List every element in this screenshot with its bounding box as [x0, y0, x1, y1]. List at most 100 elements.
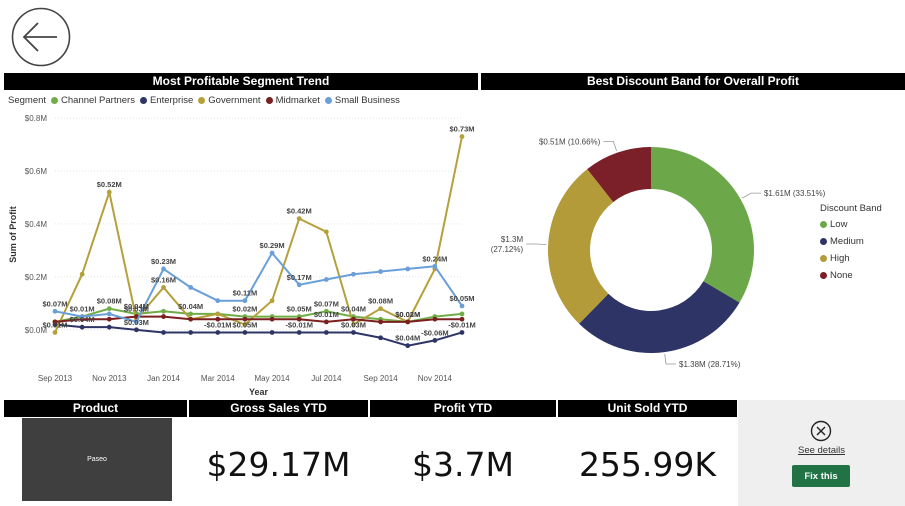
- discount-legend-item-high[interactable]: High: [820, 253, 882, 264]
- x-tick-label: Jan 2014: [147, 374, 180, 383]
- data-point-enterprise: [106, 324, 112, 330]
- donut-data-label: $0.51M (10.66%): [539, 137, 601, 146]
- data-point-enterprise: [405, 343, 411, 349]
- data-point-enterprise: [242, 330, 248, 335]
- data-point-small-business: [378, 269, 383, 274]
- data-label: $0.08M: [97, 297, 122, 306]
- legend-dot: [820, 238, 827, 245]
- legend-label: None: [830, 270, 853, 281]
- data-label: $0.01M: [314, 310, 339, 319]
- data-label: $0.03M: [341, 320, 366, 329]
- profit-ytd-value: $3.7M: [412, 445, 514, 484]
- units-sold-value: 255.99K: [578, 445, 717, 484]
- see-details-link[interactable]: See details: [738, 445, 905, 456]
- back-arrow-button[interactable]: [11, 7, 71, 67]
- data-label: -$0.01M: [448, 320, 476, 329]
- leader-line: [664, 354, 677, 365]
- data-point-enterprise: [161, 330, 166, 335]
- data-label: $0.01M: [42, 320, 67, 329]
- data-point-enterprise: [79, 324, 85, 330]
- data-point-enterprise: [269, 330, 275, 335]
- data-point-government: [269, 298, 275, 304]
- legend-label: Low: [830, 219, 848, 230]
- legend-dot: [198, 97, 206, 104]
- y-tick-label: $0.8M: [25, 114, 48, 123]
- data-point-government: [106, 189, 112, 195]
- donut-data-label: $1.38M (28.71%): [679, 360, 741, 369]
- donut-slice-low: [651, 147, 754, 303]
- data-label: $0.08M: [368, 297, 393, 306]
- data-point-government: [215, 311, 221, 317]
- legend-dot: [51, 97, 59, 104]
- data-label: $0.07M: [42, 299, 67, 308]
- legend-item-channel-partners[interactable]: Channel Partners: [51, 95, 135, 106]
- data-label: $0.23M: [151, 257, 176, 266]
- legend-dot: [324, 97, 332, 104]
- data-point-enterprise: [459, 330, 465, 335]
- data-point-enterprise: [323, 330, 329, 335]
- data-label: $0.04M: [341, 305, 366, 314]
- data-point-midmarket: [323, 319, 329, 325]
- data-point-enterprise: [351, 330, 356, 335]
- data-point-midmarket: [432, 316, 438, 322]
- gross-sales-value: $29.17M: [206, 445, 351, 484]
- legend-label: Enterprise: [149, 95, 194, 106]
- data-point-small-business: [432, 263, 438, 269]
- data-point-enterprise: [188, 330, 194, 335]
- legend-item-enterprise[interactable]: Enterprise: [139, 95, 194, 106]
- data-point-channel-partners: [188, 311, 194, 317]
- data-label: $0.01M: [70, 305, 95, 314]
- discount-legend-item-none[interactable]: None: [820, 270, 882, 281]
- data-point-channel-partners: [106, 306, 112, 312]
- data-point-enterprise: [215, 330, 221, 335]
- legend-dot: [139, 97, 147, 104]
- data-point-enterprise: [378, 335, 383, 341]
- data-label: $0.03M: [124, 318, 149, 327]
- data-label: $0.24M: [422, 254, 447, 263]
- x-tick-label: Nov 2014: [418, 374, 453, 383]
- units-sold-header: Unit Sold YTD: [558, 400, 737, 417]
- product-header: Product: [4, 400, 187, 417]
- legend-item-midmarket[interactable]: Midmarket: [265, 95, 320, 106]
- data-label: $0.07M: [314, 299, 339, 308]
- data-point-government: [323, 229, 329, 235]
- x-tick-label: Mar 2014: [201, 374, 235, 383]
- data-point-government: [79, 271, 85, 277]
- legend-dot: [820, 221, 827, 228]
- product-card[interactable]: Paseo: [22, 418, 172, 501]
- y-axis-title: Sum of Profit: [8, 206, 18, 263]
- x-axis-title: Year: [249, 387, 269, 397]
- profit-ytd-header: Profit YTD: [370, 400, 556, 417]
- x-tick-label: Sep 2013: [38, 374, 73, 383]
- data-label: $0.29M: [260, 241, 285, 250]
- leader-line: [526, 243, 547, 245]
- legend-item-small-business[interactable]: Small Business: [324, 95, 400, 106]
- legend-item-government[interactable]: Government: [198, 95, 261, 106]
- data-label: $0.04M: [395, 334, 420, 343]
- y-tick-label: $0.4M: [25, 220, 48, 229]
- data-point-midmarket: [188, 316, 194, 322]
- close-circle-icon[interactable]: [810, 420, 832, 442]
- legend-dot: [820, 255, 827, 262]
- data-point-small-business: [52, 308, 58, 314]
- data-point-small-business: [296, 282, 302, 288]
- y-tick-label: $0.2M: [25, 273, 48, 282]
- data-label: $0.05M: [287, 305, 312, 314]
- discount-legend-item-medium[interactable]: Medium: [820, 236, 882, 247]
- x-tick-label: May 2014: [254, 374, 290, 383]
- data-point-small-business: [269, 250, 275, 256]
- data-point-small-business: [188, 285, 194, 290]
- data-label: $0.42M: [287, 207, 312, 216]
- data-point-government: [378, 306, 383, 312]
- data-point-channel-partners: [459, 311, 465, 317]
- fix-this-button[interactable]: Fix this: [792, 465, 850, 487]
- x-tick-label: Sep 2014: [363, 374, 398, 383]
- discount-legend-item-low[interactable]: Low: [820, 219, 882, 230]
- data-point-midmarket: [378, 319, 383, 325]
- data-label: -$0.01M: [204, 320, 232, 329]
- legend-label: Small Business: [334, 95, 400, 106]
- data-point-small-business: [405, 266, 411, 272]
- data-point-small-business: [106, 311, 112, 317]
- data-point-government: [459, 134, 465, 139]
- legend-dot: [820, 272, 827, 279]
